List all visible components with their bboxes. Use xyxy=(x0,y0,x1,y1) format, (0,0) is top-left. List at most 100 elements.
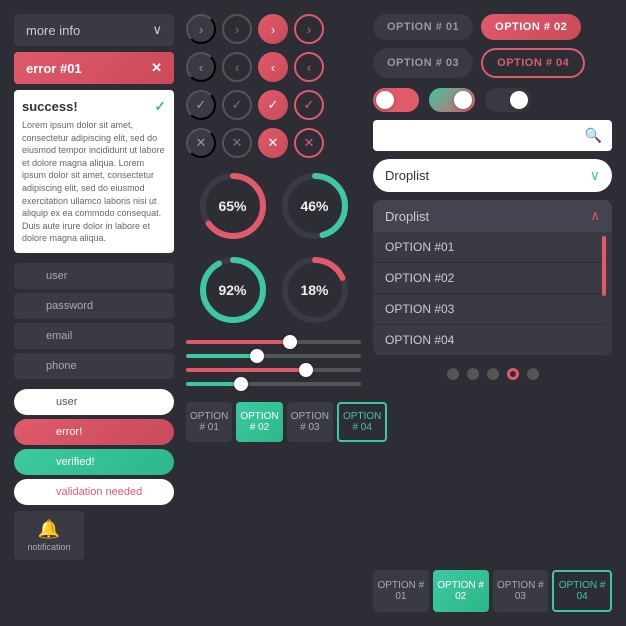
option-row-2: OPTION # 03 OPTION # 04 xyxy=(373,48,612,78)
right-tab-4[interactable]: OPTION # 04 xyxy=(552,570,612,612)
phone-input-wrapper: 📞 phone xyxy=(14,353,174,379)
scrollbar[interactable] xyxy=(604,232,612,356)
droplist-option-4[interactable]: OPTION #04 xyxy=(373,325,604,356)
error-button[interactable]: error #01 ✕ xyxy=(14,52,174,84)
flat-verified-wrapper: ✉ verified! xyxy=(14,449,174,475)
slider-3[interactable] xyxy=(186,368,361,372)
dropdown-label: more info xyxy=(26,23,80,38)
search-bar: 🔍 xyxy=(373,120,612,151)
option-row-1: OPTION # 01 OPTION # 02 xyxy=(373,14,612,40)
x-outline-pink[interactable]: ✕ xyxy=(294,128,324,158)
notification-button[interactable]: 🔔 notification xyxy=(14,511,84,560)
check-pink[interactable]: ✓ xyxy=(258,90,288,120)
password-input[interactable]: password xyxy=(14,293,174,319)
more-info-dropdown[interactable]: more info ∨ xyxy=(14,14,174,46)
radio-dot-3[interactable] xyxy=(487,368,499,380)
radio-dot-1[interactable] xyxy=(447,368,459,380)
flat-user-input[interactable]: user xyxy=(14,389,174,415)
close-icon: ✕ xyxy=(151,60,162,76)
chevron-left-row: ‹ ‹ ‹ ‹ xyxy=(186,52,361,82)
mid-tab-3[interactable]: OPTION # 03 xyxy=(287,402,333,442)
chevron-left-outline-pink[interactable]: ‹ xyxy=(294,52,324,82)
slider-row-3 xyxy=(186,368,361,372)
user-input[interactable]: user xyxy=(14,263,174,289)
chevron-right-pink[interactable]: › xyxy=(258,14,288,44)
radio-dot-4-active[interactable] xyxy=(507,368,519,380)
toggle-off[interactable] xyxy=(373,88,419,112)
option-3-btn[interactable]: OPTION # 03 xyxy=(373,48,473,78)
search-input[interactable] xyxy=(383,129,579,143)
right-bottom-tabs: OPTION # 01 OPTION # 02 OPTION # 03 OPTI… xyxy=(373,570,612,612)
chevron-right-outline-pink[interactable]: › xyxy=(294,14,324,44)
progress-46-label: 46% xyxy=(300,198,328,214)
bell-icon: 🔔 xyxy=(38,519,60,540)
email-input[interactable]: email xyxy=(14,323,174,349)
slider-row-2 xyxy=(186,354,361,358)
chevron-left-outline-gray[interactable]: ‹ xyxy=(222,52,252,82)
progress-18-label: 18% xyxy=(300,282,328,298)
toggle-knob-1 xyxy=(376,91,394,109)
right-tab-1[interactable]: OPTION # 01 xyxy=(373,570,429,612)
user-input-wrapper: 👤 user xyxy=(14,263,174,289)
chevron-up-icon: ∧ xyxy=(590,208,600,224)
toggle-row xyxy=(373,88,612,112)
droplist-open: Droplist ∧ OPTION #01 OPTION #02 OPTION … xyxy=(373,200,612,356)
slider-2[interactable] xyxy=(186,354,361,358)
droplist-closed[interactable]: Droplist ∨ xyxy=(373,159,612,192)
check-outline-pink[interactable]: ✓ xyxy=(294,90,324,120)
toggle-dark[interactable] xyxy=(485,88,531,112)
droplist-header[interactable]: Droplist ∧ xyxy=(373,200,612,232)
droplist-open-label: Droplist xyxy=(385,209,429,224)
toggle-knob-3 xyxy=(510,91,528,109)
chevron-right-row: › › › › xyxy=(186,14,361,44)
flat-error-input[interactable]: error! xyxy=(14,419,174,445)
radio-dot-5[interactable] xyxy=(527,368,539,380)
droplist-option-2[interactable]: OPTION #02 xyxy=(373,263,604,294)
flat-validation-input[interactable]: validation needed xyxy=(14,479,174,505)
option-2-btn[interactable]: OPTION # 02 xyxy=(481,14,581,40)
slider-1[interactable] xyxy=(186,340,361,344)
progress-circle-92: 92% xyxy=(197,254,269,326)
success-title: success! xyxy=(22,99,78,114)
option-4-btn[interactable]: OPTION # 04 xyxy=(481,48,585,78)
progress-circle-46: 46% xyxy=(279,170,351,242)
droplist-option-1[interactable]: OPTION #01 xyxy=(373,232,604,263)
mid-column: › › › › ‹ ‹ ‹ ‹ ✓ ✓ ✓ ✓ ✕ ✕ ✕ ✕ xyxy=(186,14,361,612)
success-card: success! ✓ Lorem ipsum dolor sit amet, c… xyxy=(14,90,174,253)
radio-row xyxy=(373,368,612,380)
mid-tab-1[interactable]: OPTION # 01 xyxy=(186,402,232,442)
droplist-closed-label: Droplist xyxy=(385,168,429,183)
chevron-down-icon: ∨ xyxy=(590,167,600,184)
right-tab-3[interactable]: OPTION # 03 xyxy=(493,570,549,612)
toggle-knob-2 xyxy=(454,91,472,109)
check-row: ✓ ✓ ✓ ✓ xyxy=(186,90,361,120)
x-outline-gray[interactable]: ✕ xyxy=(222,128,252,158)
check-dark[interactable]: ✓ xyxy=(186,90,216,120)
flat-verified-input[interactable]: verified! xyxy=(14,449,174,475)
check-outline-gray[interactable]: ✓ xyxy=(222,90,252,120)
x-dark[interactable]: ✕ xyxy=(186,128,216,158)
progress-row-2: 92% 18% xyxy=(186,254,361,326)
x-pink[interactable]: ✕ xyxy=(258,128,288,158)
error-label: error #01 xyxy=(26,61,82,76)
slider-row-1 xyxy=(186,340,361,344)
right-tab-2[interactable]: OPTION # 02 xyxy=(433,570,489,612)
chevron-right-dark[interactable]: › xyxy=(186,14,216,44)
mid-tab-2[interactable]: OPTION # 02 xyxy=(236,402,282,442)
mid-bottom-tabs: OPTION # 01 OPTION # 02 OPTION # 03 OPTI… xyxy=(186,402,361,442)
option-1-btn[interactable]: OPTION # 01 xyxy=(373,14,473,40)
progress-65-label: 65% xyxy=(218,198,246,214)
slider-row-4 xyxy=(186,382,361,386)
slider-4[interactable] xyxy=(186,382,361,386)
droplist-option-3[interactable]: OPTION #03 xyxy=(373,294,604,325)
main-container: more info ∨ error #01 ✕ success! ✓ Lorem… xyxy=(0,0,626,626)
chevron-left-pink[interactable]: ‹ xyxy=(258,52,288,82)
toggle-on[interactable] xyxy=(429,88,475,112)
phone-input[interactable]: phone xyxy=(14,353,174,379)
chevron-left-dark[interactable]: ‹ xyxy=(186,52,216,82)
radio-dot-2[interactable] xyxy=(467,368,479,380)
chevron-right-outline-gray[interactable]: › xyxy=(222,14,252,44)
check-icon: ✓ xyxy=(154,98,166,115)
scrollbar-thumb xyxy=(602,236,606,296)
password-input-wrapper: 🔒 password xyxy=(14,293,174,319)
